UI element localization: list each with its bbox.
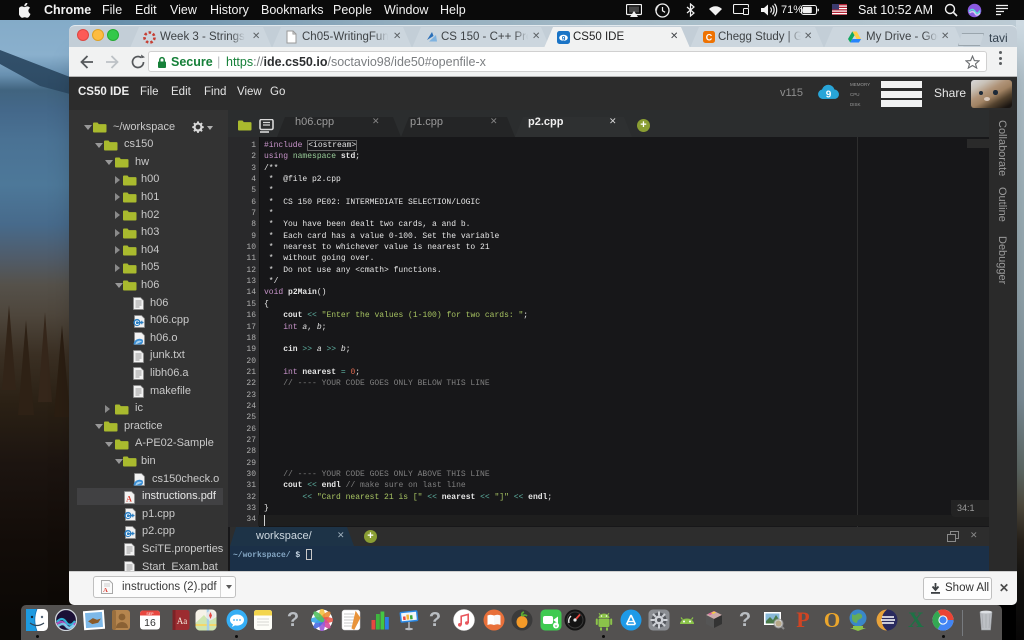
svg-text:9: 9 (562, 35, 566, 42)
svg-text:C: C (135, 319, 140, 326)
svg-text:16: 16 (144, 617, 156, 629)
svg-text:9: 9 (826, 90, 832, 101)
svg-text:A: A (103, 587, 108, 594)
svg-text:C: C (706, 33, 713, 43)
svg-text:SEP: SEP (146, 612, 154, 616)
svg-text:C: C (126, 513, 131, 520)
svg-text:A: A (126, 494, 132, 503)
svg-text:Aa: Aa (176, 616, 187, 626)
svg-text:C: C (126, 531, 131, 538)
